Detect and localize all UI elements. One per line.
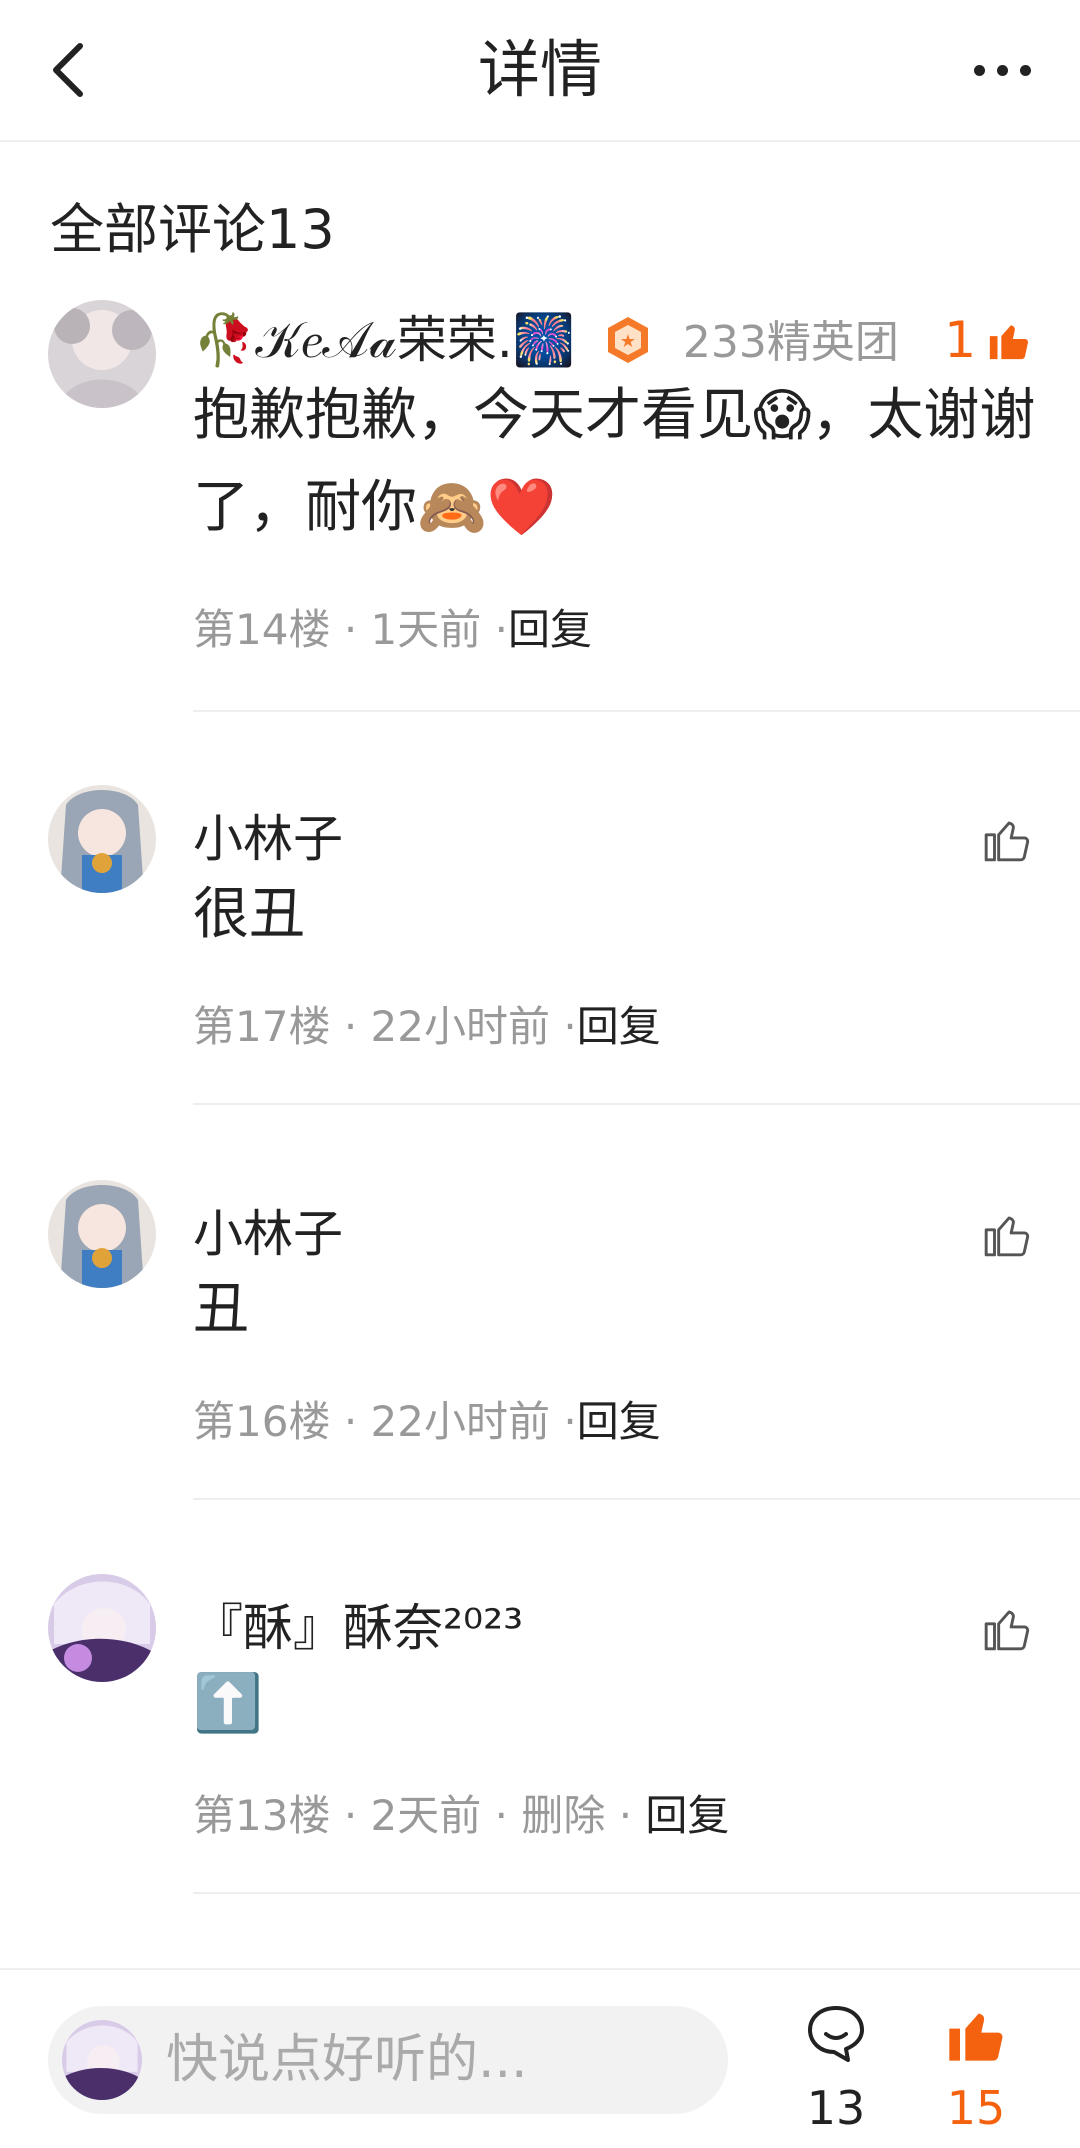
- avatar[interactable]: [48, 1574, 156, 1682]
- comment-text: 很丑: [193, 882, 305, 947]
- username[interactable]: 小林子: [193, 1202, 343, 1266]
- comment-button[interactable]: 13: [776, 1990, 896, 2140]
- username-text[interactable]: 🥀𝒦𝑒𝒜𝒶荣荣.🎆: [193, 311, 575, 369]
- username[interactable]: 🥀𝒦𝑒𝒜𝒶荣荣.🎆 ★ 233精英团: [193, 308, 899, 375]
- comment-item: 小林子 丑 第16楼 · 22小时前 ·回复: [0, 1180, 1080, 1500]
- divider: [193, 1103, 1080, 1105]
- comment-item: 小林子 很丑 第17楼 · 22小时前 ·回复: [0, 785, 1080, 1105]
- comment-item: 『酥』酥奈²⁰²³ ⬆️ 第13楼 · 2天前 · 删除 · 回复: [0, 1574, 1080, 1894]
- thumbs-up-filled-icon: [989, 325, 1029, 360]
- comment-text: ⬆️: [193, 1671, 263, 1736]
- reply-button[interactable]: 回复: [577, 1397, 661, 1446]
- reply-button[interactable]: 回复: [508, 605, 592, 654]
- floor-number: 第16楼: [193, 1397, 331, 1446]
- timestamp: 22小时前: [370, 1397, 550, 1446]
- meta-separator: ·: [563, 1397, 577, 1446]
- more-button[interactable]: [962, 40, 1042, 100]
- avatar[interactable]: [48, 1180, 156, 1288]
- meta-separator: ·: [494, 1791, 522, 1840]
- divider: [193, 1892, 1080, 1894]
- username[interactable]: 小林子: [193, 807, 343, 871]
- avatar[interactable]: [48, 785, 156, 893]
- bottom-bar: 快说点好听的... 13 15: [0, 1968, 1080, 2148]
- like-count: 1: [944, 311, 976, 369]
- thumbs-up-icon: [984, 1216, 1030, 1257]
- like-button[interactable]: [922, 1202, 1032, 1266]
- thumbs-up-filled-icon: [949, 2013, 1003, 2061]
- more-dot: [996, 64, 1008, 76]
- comment-count: 13: [806, 2081, 866, 2135]
- svg-text:★: ★: [620, 331, 636, 352]
- meta-separator: ·: [343, 1397, 371, 1446]
- like-button[interactable]: 15: [916, 1990, 1036, 2140]
- comment-meta: 第13楼 · 2天前 · 删除 · 回复: [193, 1786, 729, 1846]
- reply-button[interactable]: 回复: [645, 1791, 729, 1840]
- comment-bubble-icon: [808, 2006, 864, 2062]
- comment-text: 抱歉抱歉，今天才看见😱，太谢谢了，耐你🙈❤️: [193, 383, 1036, 540]
- more-horizontal-icon: [973, 64, 985, 76]
- thumbs-up-icon: [984, 821, 1030, 862]
- like-count: 15: [946, 2081, 1006, 2135]
- section-title: 全部评论13: [50, 198, 335, 261]
- reply-button[interactable]: 回复: [577, 1002, 661, 1051]
- page-title: 详情: [477, 33, 602, 106]
- level-badge-icon: ★: [607, 317, 648, 363]
- meta-separator: ·: [618, 1791, 646, 1840]
- comment-input[interactable]: 快说点好听的...: [48, 2006, 728, 2114]
- floor-number: 第17楼: [193, 1002, 331, 1051]
- meta-separator: ·: [343, 605, 371, 654]
- meta-separator: ·: [343, 1791, 371, 1840]
- meta-separator: ·: [494, 605, 508, 654]
- timestamp: 2天前: [370, 1791, 482, 1840]
- timestamp: 22小时前: [370, 1002, 550, 1051]
- badge-label: 233精英团: [682, 317, 899, 368]
- floor-number: 第13楼: [193, 1791, 331, 1840]
- comment-item: 🥀𝒦𝑒𝒜𝒶荣荣.🎆 ★ 233精英团 1 抱歉抱歉，今天才看见😱，太谢谢了，耐你…: [0, 300, 1080, 712]
- divider: [193, 710, 1080, 712]
- comment-meta: 第17楼 · 22小时前 ·回复: [193, 997, 661, 1057]
- avatar[interactable]: [48, 300, 156, 408]
- comment-meta: 第14楼 · 1天前 ·回复: [193, 600, 592, 660]
- username[interactable]: 『酥』酥奈²⁰²³: [193, 1596, 523, 1660]
- meta-separator: ·: [343, 1002, 371, 1051]
- thumbs-up-icon: [984, 1610, 1030, 1651]
- comment-meta: 第16楼 · 22小时前 ·回复: [193, 1392, 661, 1452]
- more-dot: [1019, 64, 1031, 76]
- delete-button[interactable]: 删除: [521, 1791, 605, 1840]
- comment-text: 丑: [193, 1277, 249, 1342]
- like-button[interactable]: 1: [922, 308, 1032, 372]
- meta-separator: ·: [563, 1002, 577, 1051]
- like-button[interactable]: [922, 807, 1032, 871]
- input-placeholder[interactable]: 快说点好听的...: [166, 2006, 528, 2114]
- floor-number: 第14楼: [193, 605, 331, 654]
- avatar: [62, 2020, 142, 2100]
- timestamp: 1天前: [370, 605, 482, 654]
- like-button[interactable]: [922, 1596, 1032, 1660]
- divider: [193, 1498, 1080, 1500]
- top-bar: 详情: [0, 0, 1080, 142]
